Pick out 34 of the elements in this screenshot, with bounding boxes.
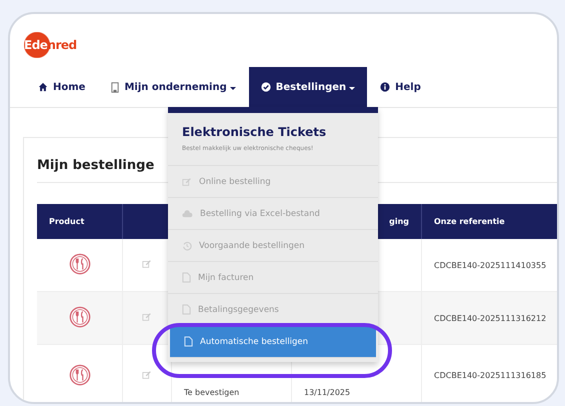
table-cell: CDCBE140-2025111316212 <box>434 314 546 322</box>
check-circle-icon <box>260 82 271 92</box>
nav-tab[interactable]: Home <box>25 67 98 107</box>
home-icon <box>38 82 48 92</box>
menu-item[interactable]: Online bestelling <box>168 166 378 198</box>
menu-item[interactable]: Automatische bestelligen <box>170 326 376 358</box>
edit-icon[interactable] <box>142 312 152 322</box>
table-cell: CDCBE140-2025111316185 <box>434 371 546 380</box>
column-header: Product <box>37 204 122 239</box>
edit-icon[interactable] <box>142 370 152 380</box>
document-icon <box>182 272 191 283</box>
nav-tab[interactable]: Mijn onderneming <box>98 67 249 107</box>
table-cell: Te bevestigen <box>184 388 240 397</box>
table-cell: CDCBE140-2025111410355 <box>434 260 546 270</box>
phone-icon <box>111 82 120 92</box>
nav-tab[interactable]: Bestellingen <box>248 67 368 107</box>
menu-item[interactable]: Bestelling via Excel-bestand <box>168 198 378 230</box>
history-icon <box>182 240 192 250</box>
menu-item[interactable]: Betalingsgegevens <box>168 294 378 326</box>
fork-knife-icon <box>68 253 90 275</box>
document-icon <box>182 304 191 315</box>
menu-title: Elektronische Tickets <box>181 124 328 141</box>
edit-icon <box>182 176 192 186</box>
info-icon <box>380 82 390 92</box>
document-icon <box>184 336 193 347</box>
menu-item[interactable]: Voorgaande bestellingen <box>168 230 378 262</box>
nav-tab[interactable]: Help <box>367 67 434 107</box>
column-header: Onze referentie <box>422 204 557 239</box>
cloud-icon <box>182 210 193 218</box>
menu-item[interactable]: Mijn facturen <box>168 262 378 294</box>
edit-icon[interactable] <box>142 259 152 269</box>
table-cell: 13/11/2025 <box>304 388 350 397</box>
fork-knife-icon <box>68 306 90 328</box>
fork-knife-icon <box>68 364 90 386</box>
